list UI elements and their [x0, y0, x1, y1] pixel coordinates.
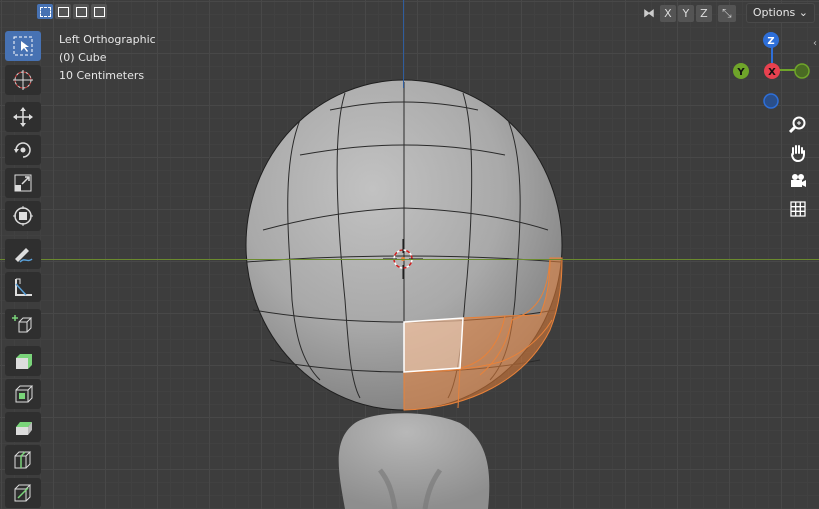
- annotate-icon: [15, 248, 33, 263]
- view-name: Left Orthographic: [59, 33, 156, 46]
- knife-icon: [14, 484, 32, 502]
- inset-icon: [15, 385, 34, 403]
- hand-icon: [791, 145, 805, 163]
- measure-tool[interactable]: [5, 272, 41, 302]
- measure-icon: [15, 278, 32, 296]
- bevel-icon: [16, 422, 32, 435]
- viewport-header: ⧓ X Y Z ⤡ Options ⌄: [0, 0, 819, 24]
- grid-icon: [790, 201, 806, 217]
- select-extend-icon: [58, 7, 69, 17]
- collapse-sidebar-icon[interactable]: ‹: [813, 38, 819, 49]
- select-mode-subtract-button[interactable]: [73, 4, 89, 19]
- gizmo-neg-z-handle: [763, 93, 779, 109]
- camera-icon: [791, 174, 806, 187]
- gizmo-z-label: Z: [767, 36, 774, 47]
- extrude-icon: [16, 354, 32, 369]
- select-box-icon: [13, 36, 33, 56]
- gizmo-neg-y-handle: [794, 63, 810, 79]
- mirror-icon[interactable]: ⧓: [640, 5, 658, 22]
- select-intersect-icon: [94, 7, 105, 17]
- gizmo-y-label: Y: [736, 67, 745, 78]
- cursor-tool[interactable]: [5, 65, 41, 95]
- transform-icon: [13, 206, 33, 226]
- select-mode-new-button[interactable]: [37, 4, 53, 19]
- extrude-region-tool[interactable]: [5, 346, 41, 376]
- object-info: (0) Cube: [59, 51, 107, 64]
- axis-z-toggle[interactable]: Z: [695, 4, 712, 22]
- select-box-tool[interactable]: [5, 31, 41, 61]
- viewport-info: Left Orthographic (0) Cube 10 Centimeter…: [59, 31, 156, 85]
- grid-scale: 10 Centimeters: [59, 69, 145, 82]
- gizmo-x-label: X: [768, 67, 776, 78]
- move-tool[interactable]: [5, 102, 41, 132]
- navigation-gizmo[interactable]: Z Y X: [732, 30, 812, 110]
- move-icon: [13, 107, 33, 127]
- axis-y-toggle[interactable]: Y: [677, 4, 694, 22]
- ortho-toggle-button[interactable]: [785, 196, 811, 222]
- snap-icon[interactable]: ⤡: [717, 4, 736, 22]
- 3d-viewport[interactable]: Left Orthographic (0) Cube 10 Centimeter…: [0, 0, 819, 509]
- x-axis-line: [0, 259, 819, 260]
- loop-cut-tool[interactable]: [5, 445, 41, 475]
- header-right-group: ⧓ X Y Z ⤡ Options ⌄: [640, 3, 815, 23]
- scale-tool[interactable]: [5, 168, 41, 198]
- select-mode-intersect-button[interactable]: [91, 4, 107, 19]
- zoom-icon: [788, 116, 806, 134]
- transform-tool[interactable]: [5, 201, 41, 231]
- add-cube-icon: [12, 315, 33, 333]
- select-new-icon: [40, 7, 51, 17]
- pan-button[interactable]: [785, 140, 811, 166]
- active-face: [403, 317, 464, 373]
- scale-icon: [14, 174, 32, 192]
- zoom-button[interactable]: [785, 112, 811, 138]
- cursor-icon: [13, 70, 33, 90]
- camera-view-button[interactable]: [785, 168, 811, 194]
- select-subtract-icon: [76, 7, 87, 17]
- rotate-icon: [14, 142, 31, 158]
- bevel-tool[interactable]: [5, 412, 41, 442]
- options-dropdown[interactable]: Options ⌄: [745, 3, 815, 23]
- select-mode-group: [37, 4, 107, 19]
- loop-cut-icon: [14, 451, 32, 469]
- rotate-tool[interactable]: [5, 135, 41, 165]
- inset-faces-tool[interactable]: [5, 379, 41, 409]
- annotate-tool[interactable]: [5, 239, 41, 269]
- select-mode-extend-button[interactable]: [55, 4, 71, 19]
- axis-x-toggle[interactable]: X: [659, 4, 676, 22]
- add-cube-tool[interactable]: [5, 309, 41, 339]
- body-mesh: [338, 413, 490, 509]
- knife-tool[interactable]: [5, 478, 41, 508]
